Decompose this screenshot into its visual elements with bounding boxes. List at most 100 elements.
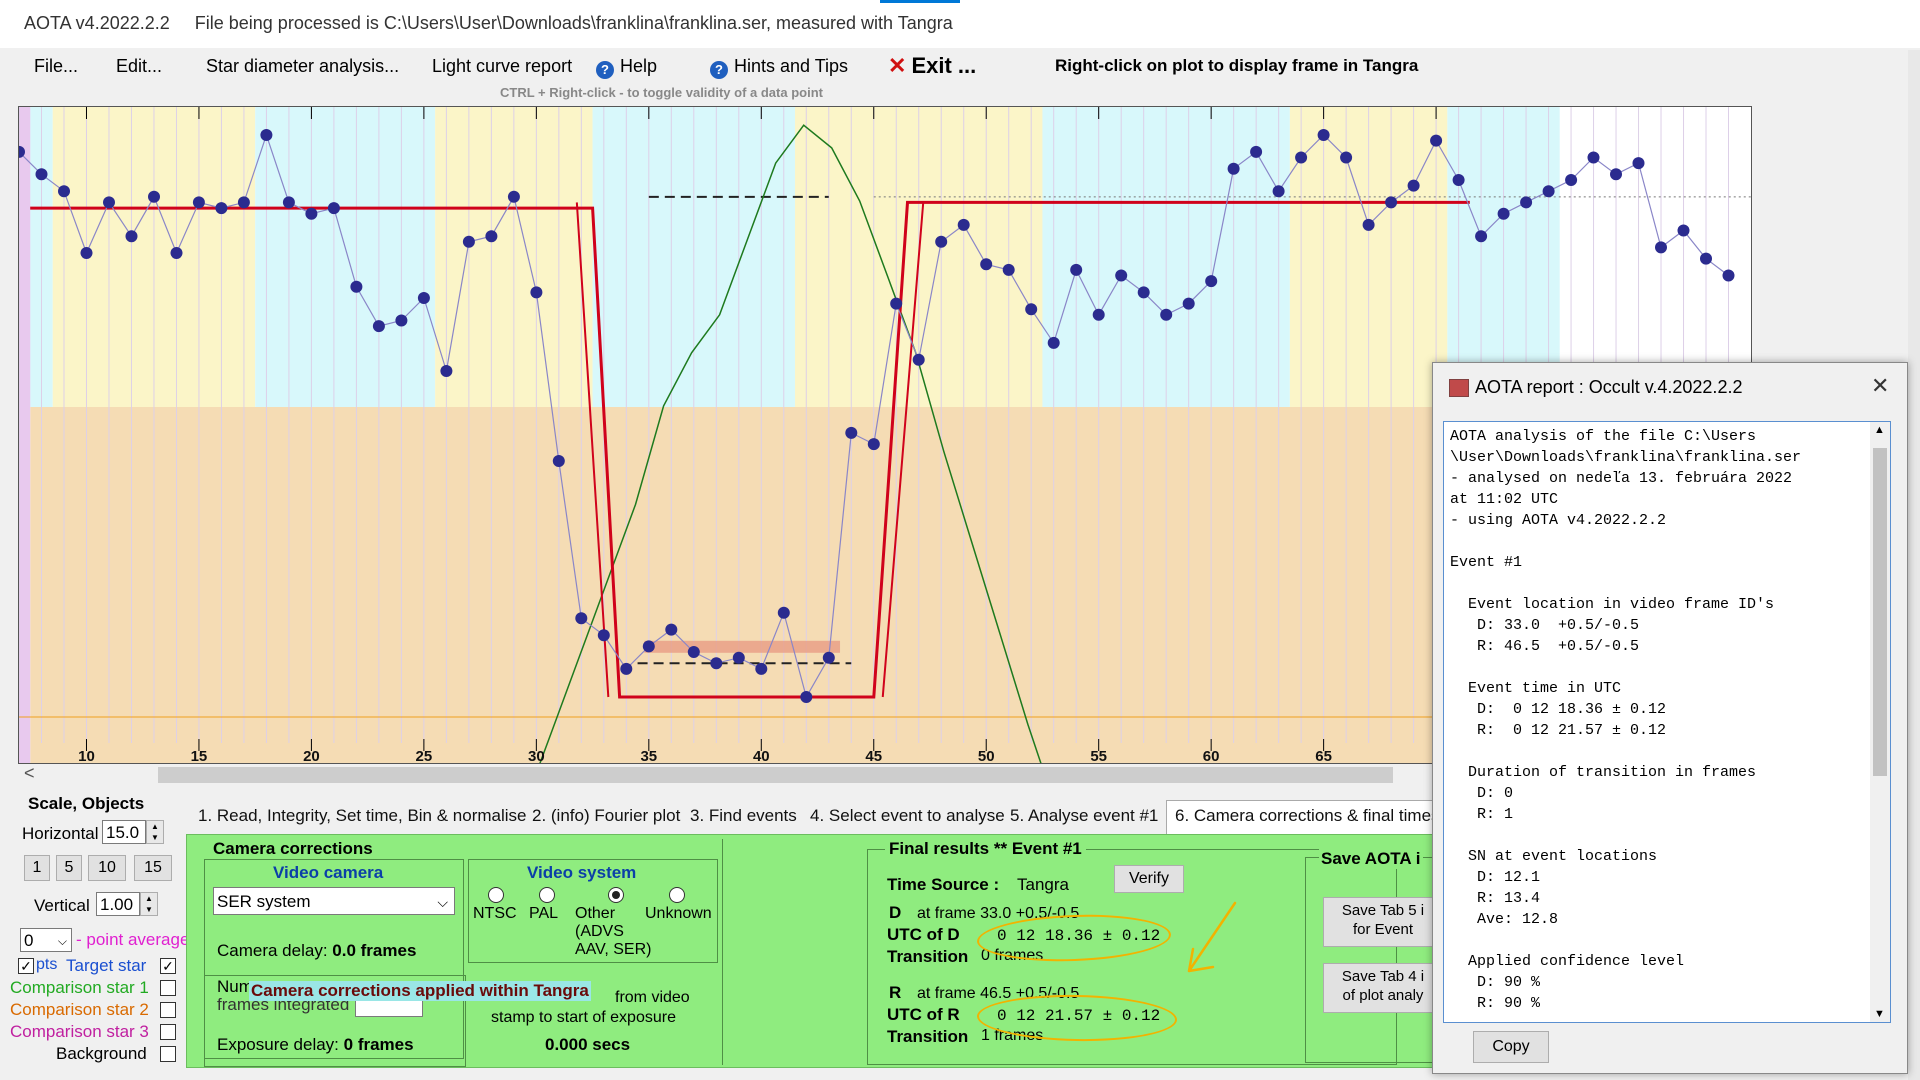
menu-exit-label: Exit ... bbox=[911, 53, 977, 78]
ctrl-right-click-hint: CTRL + Right-click - to toggle validity … bbox=[500, 85, 823, 100]
data-point bbox=[642, 640, 655, 653]
horizontal-scale-spinner[interactable]: ▲ ▼ bbox=[146, 820, 164, 844]
menu-light-curve-report[interactable]: Light curve report bbox=[432, 56, 572, 77]
comparison-star-2-checkbox[interactable] bbox=[160, 1002, 176, 1018]
data-point bbox=[1250, 145, 1263, 158]
data-point bbox=[1520, 196, 1533, 209]
scale-button-5[interactable]: 5 bbox=[56, 855, 82, 881]
camera-select[interactable]: SER system ⌵ bbox=[213, 887, 455, 915]
scale-button-1[interactable]: 1 bbox=[24, 855, 50, 881]
x-tick-label: 40 bbox=[753, 748, 770, 763]
save-tab4-button[interactable]: Save Tab 4 i of plot analy bbox=[1323, 963, 1443, 1013]
report-scroll-thumb[interactable] bbox=[1873, 448, 1887, 776]
data-point bbox=[1475, 230, 1488, 243]
utc-d-label: UTC of D bbox=[887, 925, 960, 944]
tab-fourier-plot[interactable]: 2. (info) Fourier plot bbox=[532, 806, 680, 826]
data-point bbox=[192, 196, 205, 209]
x-tick-label: 60 bbox=[1203, 748, 1220, 763]
radio-ntsc-label: NTSC bbox=[473, 905, 517, 922]
data-point bbox=[665, 623, 678, 636]
vertical-label: Vertical bbox=[34, 896, 90, 915]
radio-other-sub1: (ADVS bbox=[575, 923, 624, 940]
report-text-content[interactable]: AOTA analysis of the file C:\Users \User… bbox=[1444, 422, 1890, 1018]
scale-button-10[interactable]: 10 bbox=[88, 855, 126, 881]
scroll-down-arrow[interactable]: ▼ bbox=[1874, 1008, 1885, 1020]
menu-help-label: Help bbox=[620, 56, 658, 76]
data-point bbox=[777, 606, 790, 619]
save-tab5-line2: for Event bbox=[1352, 921, 1414, 938]
data-point bbox=[890, 297, 903, 310]
d-transition-label: Transition bbox=[887, 947, 969, 966]
radio-ntsc[interactable] bbox=[488, 887, 504, 903]
radio-other[interactable] bbox=[608, 887, 624, 903]
data-point bbox=[1632, 157, 1645, 170]
x-tick-label: 15 bbox=[191, 748, 208, 763]
tab-analyse-event[interactable]: 5. Analyse event #1 bbox=[1010, 806, 1158, 826]
comparison-star-1-checkbox[interactable] bbox=[160, 980, 176, 996]
save-tab5-button[interactable]: Save Tab 5 i for Event bbox=[1323, 897, 1443, 947]
data-point bbox=[845, 426, 858, 439]
data-point bbox=[1655, 241, 1667, 254]
comparison-star-3-checkbox[interactable] bbox=[160, 1024, 176, 1040]
menu-file[interactable]: File... bbox=[34, 56, 78, 77]
save-tab4-line2: of plot analy bbox=[1342, 987, 1424, 1004]
right-click-hint: Right-click on plot to display frame in … bbox=[1055, 56, 1419, 75]
menu-hints[interactable]: ? Hints and Tips bbox=[710, 56, 848, 79]
vertical-scale-spinner[interactable]: ▲ ▼ bbox=[140, 892, 158, 916]
close-icon[interactable]: ✕ bbox=[1871, 373, 1889, 399]
data-point bbox=[1002, 263, 1015, 276]
data-point bbox=[1070, 263, 1083, 276]
verify-button[interactable]: Verify bbox=[1114, 865, 1184, 893]
vertical-scale-input[interactable]: 1.00 bbox=[96, 892, 140, 916]
data-point bbox=[1542, 185, 1555, 198]
scroll-thumb[interactable] bbox=[158, 767, 1393, 783]
data-point bbox=[1700, 252, 1712, 265]
camera-select-value: SER system bbox=[217, 892, 311, 911]
plot-horizontal-scrollbar[interactable]: < bbox=[18, 763, 1438, 786]
tab-select-event[interactable]: 4. Select event to analyse bbox=[810, 806, 1005, 826]
data-point bbox=[215, 202, 228, 215]
menu-hints-label: Hints and Tips bbox=[734, 56, 849, 76]
x-tick-label: 50 bbox=[978, 748, 995, 763]
data-point bbox=[1092, 308, 1105, 321]
scale-objects-label: Scale, Objects bbox=[28, 794, 145, 813]
menu-star-diameter[interactable]: Star diameter analysis... bbox=[206, 56, 399, 77]
camera-delay: Camera delay: 0.0 frames bbox=[217, 941, 416, 961]
data-point bbox=[417, 292, 430, 304]
background-checkbox[interactable] bbox=[160, 1046, 176, 1062]
scale-button-15[interactable]: 15 bbox=[134, 855, 172, 881]
target-star-checkbox[interactable]: ✓ bbox=[160, 958, 176, 974]
data-point bbox=[80, 247, 93, 259]
report-textbox[interactable]: AOTA analysis of the file C:\Users \User… bbox=[1443, 421, 1891, 1023]
data-point bbox=[597, 629, 610, 642]
data-point bbox=[1317, 129, 1330, 141]
menu-help[interactable]: ? Help bbox=[596, 56, 657, 79]
point-average-select[interactable]: 0 ⌵ bbox=[20, 928, 72, 952]
data-point bbox=[912, 353, 925, 366]
data-point bbox=[1452, 174, 1465, 186]
data-point bbox=[1565, 174, 1578, 186]
r-letter: R bbox=[889, 983, 902, 1002]
offset-text-1: from video bbox=[615, 989, 690, 1006]
pts-checkbox[interactable]: ✓ bbox=[18, 958, 34, 974]
tab-find-events[interactable]: 3. Find events bbox=[690, 806, 797, 826]
radio-unknown[interactable] bbox=[669, 887, 685, 903]
data-point bbox=[462, 235, 475, 248]
copy-button[interactable]: Copy bbox=[1473, 1031, 1549, 1063]
report-vertical-scrollbar[interactable]: ▲ ▼ bbox=[1870, 422, 1890, 1022]
tab-read-integrity[interactable]: 1. Read, Integrity, Set time, Bin & norm… bbox=[198, 806, 527, 826]
radio-unknown-label: Unknown bbox=[645, 905, 712, 922]
menu-exit[interactable]: ✕ Exit ... bbox=[888, 53, 976, 79]
data-point bbox=[867, 438, 880, 451]
tab-camera-corrections[interactable]: 6. Camera corrections & final times E bbox=[1166, 800, 1446, 834]
scroll-up-arrow[interactable]: ▲ bbox=[1874, 424, 1885, 436]
scroll-left-arrow[interactable]: < bbox=[24, 763, 35, 784]
x-tick-label: 35 bbox=[640, 748, 657, 763]
pts-label: pts bbox=[36, 956, 58, 973]
point-average-value: 0 bbox=[24, 931, 34, 950]
horizontal-scale-input[interactable]: 15.0 bbox=[102, 820, 146, 844]
point-average-label: - point average bbox=[76, 930, 190, 949]
radio-pal[interactable] bbox=[539, 887, 555, 903]
menu-edit[interactable]: Edit... bbox=[116, 56, 162, 77]
comparison-star-1-label: Comparison star 1 bbox=[10, 978, 149, 997]
